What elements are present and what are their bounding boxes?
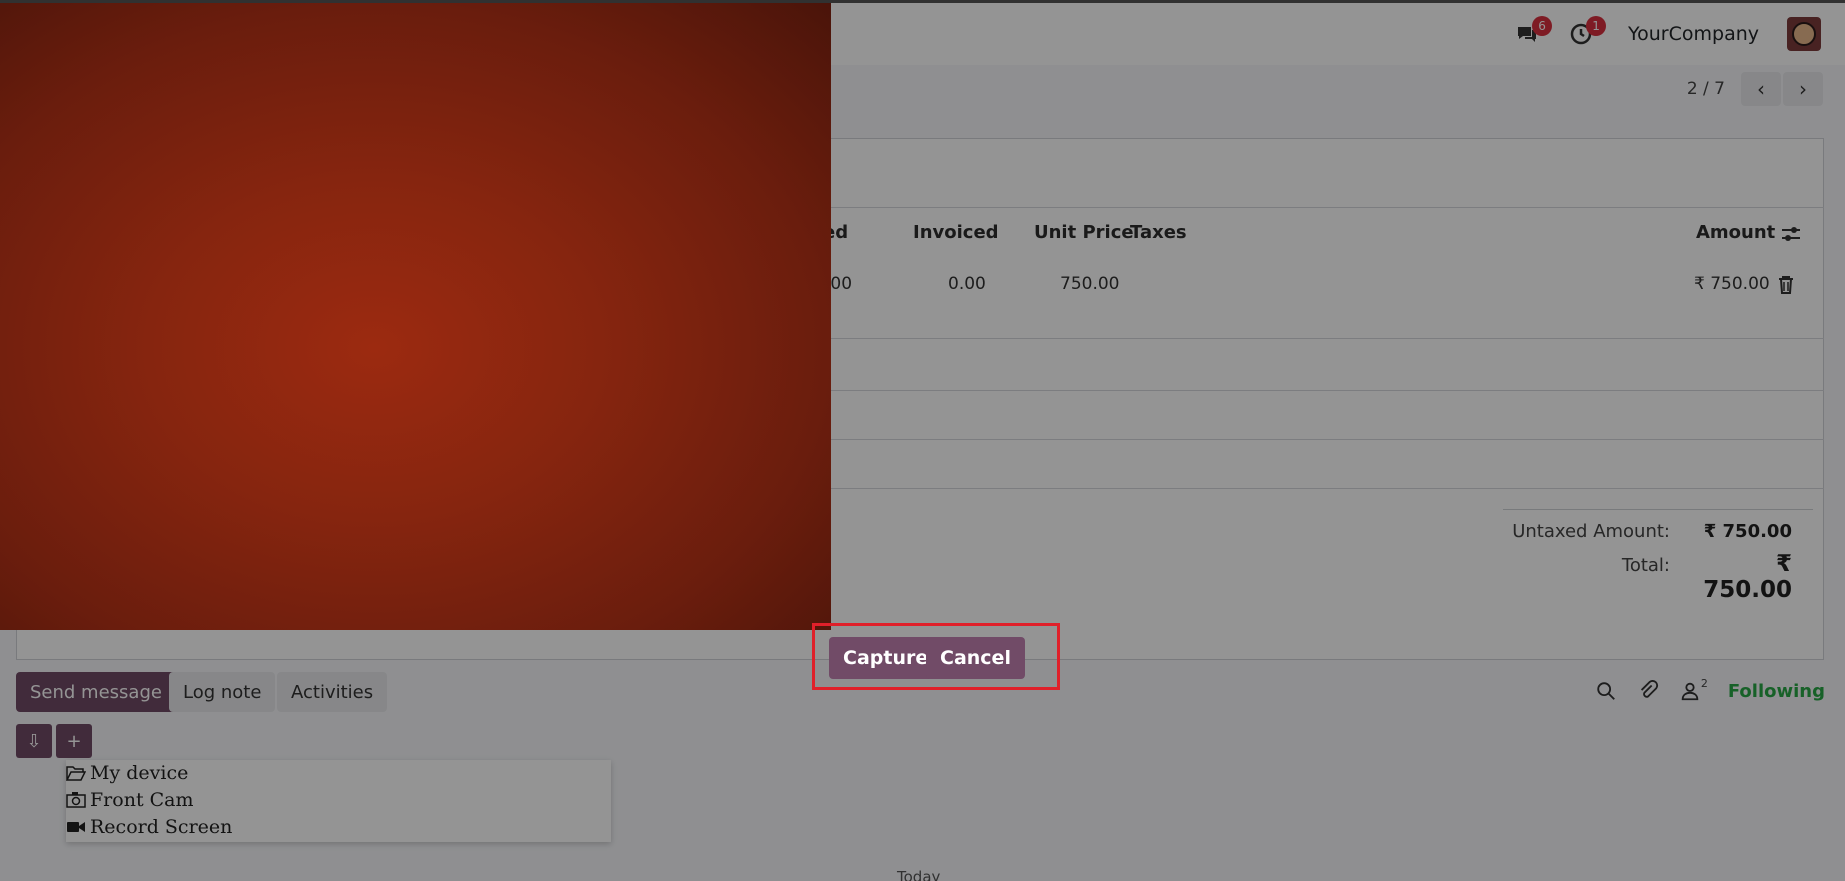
camera-preview: [0, 3, 831, 630]
cancel-button[interactable]: Cancel: [926, 637, 1025, 679]
